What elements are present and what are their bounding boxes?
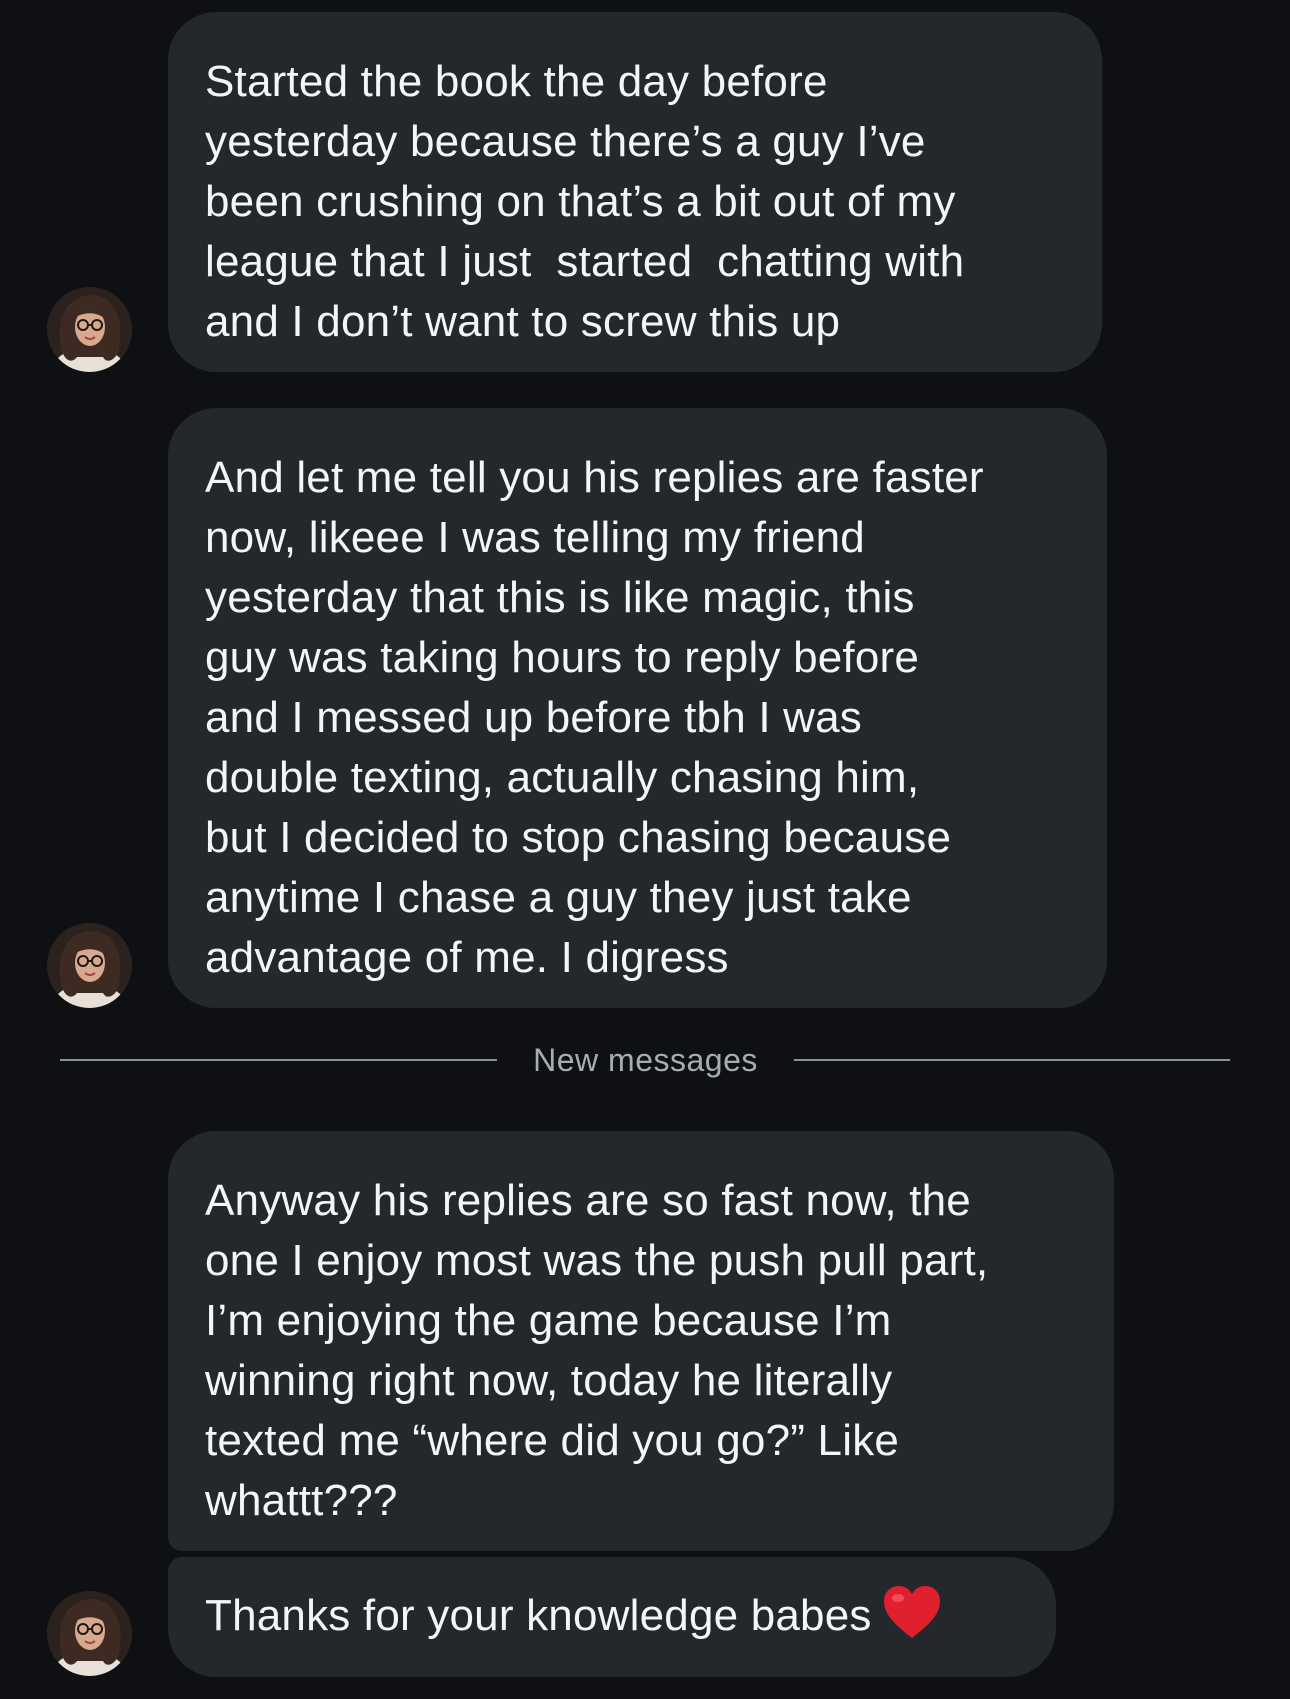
avatar-image — [47, 287, 132, 372]
message-text: And let me tell you his replies are fast… — [205, 453, 984, 982]
message-text: Thanks for your knowledge babes — [205, 1591, 872, 1640]
avatar[interactable] — [47, 287, 132, 372]
divider-label: New messages — [533, 1042, 758, 1078]
divider-line — [794, 1059, 1230, 1061]
divider-line — [60, 1059, 497, 1061]
message-text: Anyway his replies are so fast now, the … — [205, 1176, 989, 1525]
avatar[interactable] — [47, 923, 132, 1008]
avatar-image — [47, 923, 132, 1008]
message-bubble[interactable]: Thanks for your knowledge babes — [168, 1557, 1056, 1677]
message-bubble[interactable]: And let me tell you his replies are fast… — [168, 408, 1107, 1008]
message-bubble[interactable]: Anyway his replies are so fast now, the … — [168, 1131, 1114, 1551]
red-heart-icon — [882, 1584, 942, 1640]
avatar-image — [47, 1591, 132, 1676]
new-messages-divider: New messages — [60, 1040, 1230, 1080]
avatar[interactable] — [47, 1591, 132, 1676]
message-text: Started the book the day before yesterda… — [205, 57, 965, 346]
message-bubble[interactable]: Started the book the day before yesterda… — [168, 12, 1102, 372]
